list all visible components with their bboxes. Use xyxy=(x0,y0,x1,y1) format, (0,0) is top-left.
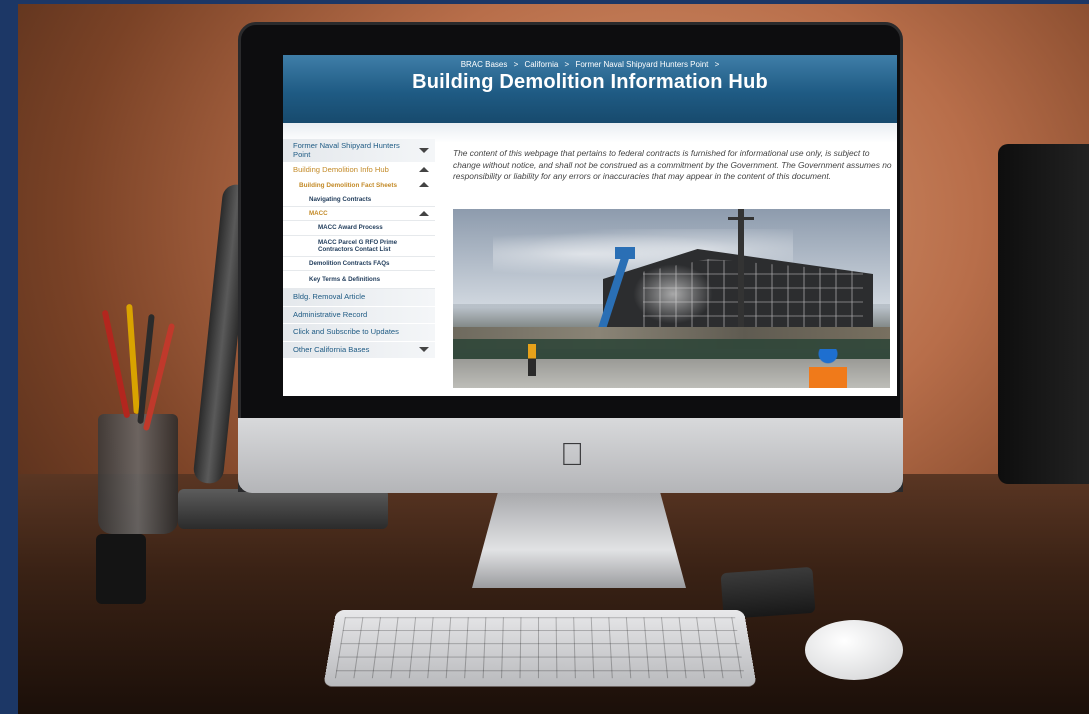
imac-stand xyxy=(472,493,686,588)
chevron-up-icon[interactable] xyxy=(419,167,429,172)
breadcrumb-item-hunters-point[interactable]: Former Naval Shipyard Hunters Point xyxy=(575,60,708,69)
sidebar-item-demolition-hub[interactable]: Building Demolition Info Hub xyxy=(283,163,435,179)
breadcrumb-separator: > xyxy=(715,60,720,69)
demolition-photo xyxy=(453,209,890,388)
worker-figure xyxy=(809,349,847,388)
sidebar-item-demolition-faqs[interactable]: Demolition Contracts FAQs xyxy=(283,257,435,271)
pen-cup xyxy=(98,414,178,534)
page-title: Building Demolition Information Hub xyxy=(283,71,897,94)
sidebar-item-other-ca-bases[interactable]: Other California Bases xyxy=(283,342,435,360)
sidebar-item-admin-record[interactable]: Administrative Record xyxy=(283,307,435,325)
breadcrumb-separator: > xyxy=(565,60,570,69)
keyboard xyxy=(323,610,756,686)
mouse xyxy=(805,620,903,680)
sidebar-item-hunters-point[interactable]: Former Naval Shipyard Hunters Point xyxy=(283,139,435,163)
sidebar-item-fact-sheets[interactable]: Building Demolition Fact Sheets xyxy=(283,179,435,194)
sidebar-item-macc[interactable]: MACC xyxy=(283,207,435,221)
apple-logo-icon:  xyxy=(556,436,588,472)
browser-screen: BRAC Bases > California > Former Naval S… xyxy=(283,55,897,396)
page-header: BRAC Bases > California > Former Naval S… xyxy=(283,55,897,123)
chevron-up-icon[interactable] xyxy=(419,211,429,216)
sidebar-item-macc-contact-list[interactable]: MACC Parcel G RFO Prime Contractors Cont… xyxy=(283,236,435,257)
sidebar-item-navigating-contracts[interactable]: Navigating Contracts xyxy=(283,193,435,207)
sidebar-item-removal-article[interactable]: Bldg. Removal Article xyxy=(283,289,435,307)
chevron-down-icon[interactable] xyxy=(419,347,429,352)
breadcrumb-separator: > xyxy=(514,60,519,69)
sidebar-nav: Former Naval Shipyard Hunters Point Buil… xyxy=(283,139,435,359)
chevron-down-icon[interactable] xyxy=(419,148,429,153)
chevron-up-icon[interactable] xyxy=(419,182,429,187)
sidebar-item-subscribe[interactable]: Click and Subscribe to Updates xyxy=(283,324,435,342)
disclaimer-text: The content of this webpage that pertain… xyxy=(453,148,897,183)
sidebar-item-key-terms[interactable]: Key Terms & Definitions xyxy=(283,271,435,289)
worker-figure xyxy=(528,344,536,376)
black-cup xyxy=(96,534,146,604)
breadcrumb-item-california[interactable]: California xyxy=(525,60,559,69)
lamp-base xyxy=(178,489,388,529)
second-monitor xyxy=(998,144,1089,484)
sidebar-item-macc-award[interactable]: MACC Award Process xyxy=(283,221,435,235)
breadcrumb-item-brac-bases[interactable]: BRAC Bases xyxy=(461,60,508,69)
breadcrumb: BRAC Bases > California > Former Naval S… xyxy=(283,60,897,69)
